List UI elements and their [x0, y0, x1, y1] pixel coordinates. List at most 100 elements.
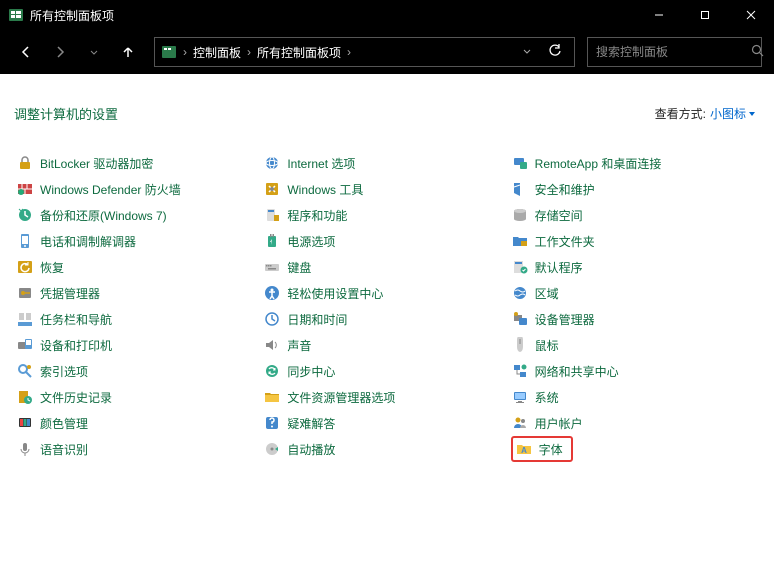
- item-label: 日期和时间: [287, 311, 347, 328]
- back-button[interactable]: [12, 38, 40, 66]
- control-panel-item[interactable]: 电源选项: [263, 231, 510, 251]
- phone-icon: [16, 232, 34, 250]
- close-button[interactable]: [728, 0, 774, 30]
- item-label: 键盘: [287, 259, 311, 276]
- control-panel-item[interactable]: 安全和维护: [511, 179, 758, 199]
- control-panel-item[interactable]: Windows Defender 防火墙: [16, 179, 263, 199]
- storage-icon: [511, 206, 529, 224]
- item-label: RemoteApp 和桌面连接: [535, 155, 662, 172]
- network-icon: [511, 362, 529, 380]
- forward-button[interactable]: [46, 38, 74, 66]
- control-panel-item[interactable]: RemoteApp 和桌面连接: [511, 153, 758, 173]
- control-panel-item[interactable]: 存储空间: [511, 205, 758, 225]
- explorer-icon: [263, 388, 281, 406]
- item-label: 凭据管理器: [40, 285, 100, 302]
- item-label: 备份和还原(Windows 7): [40, 207, 167, 224]
- control-panel-item[interactable]: 设备和打印机: [16, 335, 263, 355]
- item-label: 语音识别: [40, 441, 88, 458]
- content-header: 调整计算机的设置 查看方式: 小图标: [14, 104, 760, 153]
- control-panel-item[interactable]: 轻松使用设置中心: [263, 283, 510, 303]
- control-panel-item[interactable]: 系统: [511, 387, 758, 407]
- workfolders-icon: [511, 232, 529, 250]
- internet-icon: [263, 154, 281, 172]
- control-panel-item[interactable]: 颜色管理: [16, 413, 263, 433]
- datetime-icon: [263, 310, 281, 328]
- item-label: Windows 工具: [287, 181, 363, 198]
- firewall-icon: [16, 180, 34, 198]
- control-panel-item[interactable]: Internet 选项: [263, 153, 510, 173]
- control-panel-item[interactable]: 设备管理器: [511, 309, 758, 329]
- address-bar[interactable]: › 控制面板 › 所有控制面板项 ›: [154, 37, 575, 67]
- control-panel-item[interactable]: 声音: [263, 335, 510, 355]
- indexing-icon: [16, 362, 34, 380]
- address-dropdown[interactable]: [516, 45, 538, 59]
- view-mode-label: 查看方式:: [655, 105, 706, 122]
- remote-icon: [511, 154, 529, 172]
- control-panel-item[interactable]: 程序和功能: [263, 205, 510, 225]
- up-button[interactable]: [114, 38, 142, 66]
- bitlocker-icon: [16, 154, 34, 172]
- item-label: 任务栏和导航: [40, 311, 112, 328]
- item-label: 系统: [535, 389, 559, 406]
- control-panel-item[interactable]: 工作文件夹: [511, 231, 758, 251]
- maximize-button[interactable]: [682, 0, 728, 30]
- ease-icon: [263, 284, 281, 302]
- item-label: 声音: [287, 337, 311, 354]
- control-panel-item[interactable]: 凭据管理器: [16, 283, 263, 303]
- item-label: 同步中心: [287, 363, 335, 380]
- backup-icon: [16, 206, 34, 224]
- item-label: 用户帐户: [535, 415, 583, 432]
- control-panel-item[interactable]: 自动播放: [263, 439, 510, 459]
- address-icon: [161, 44, 177, 60]
- item-label: 索引选项: [40, 363, 88, 380]
- item-label: 网络和共享中心: [535, 363, 619, 380]
- nav-bar: › 控制面板 › 所有控制面板项 ›: [0, 30, 774, 74]
- item-label: 电话和调制解调器: [40, 233, 136, 250]
- search-input[interactable]: [596, 45, 751, 59]
- minimize-button[interactable]: [636, 0, 682, 30]
- control-panel-item[interactable]: 鼠标: [511, 335, 758, 355]
- control-panel-item[interactable]: 语音识别: [16, 439, 263, 459]
- search-icon[interactable]: [751, 44, 764, 60]
- control-panel-item[interactable]: 备份和还原(Windows 7): [16, 205, 263, 225]
- control-panel-item[interactable]: BitLocker 驱动器加密: [16, 153, 263, 173]
- control-panel-item[interactable]: 键盘: [263, 257, 510, 277]
- recovery-icon: [16, 258, 34, 276]
- items-grid: BitLocker 驱动器加密Internet 选项 RemoteApp 和桌面连…: [14, 153, 760, 459]
- control-panel-item[interactable]: 恢复: [16, 257, 263, 277]
- control-panel-item[interactable]: 日期和时间: [263, 309, 510, 329]
- item-label: 文件资源管理器选项: [287, 389, 395, 406]
- control-panel-item[interactable]: 用户帐户: [511, 413, 758, 433]
- window-icon: [8, 7, 24, 23]
- svg-text:A: A: [521, 446, 527, 455]
- control-panel-item[interactable]: Windows 工具: [263, 179, 510, 199]
- control-panel-item[interactable]: 默认程序: [511, 257, 758, 277]
- region-icon: [511, 284, 529, 302]
- control-panel-item[interactable]: 文件历史记录: [16, 387, 263, 407]
- control-panel-item[interactable]: 疑难解答: [263, 413, 510, 433]
- control-panel-item[interactable]: 任务栏和导航: [16, 309, 263, 329]
- breadcrumb-segment[interactable]: 控制面板: [193, 44, 241, 61]
- recent-dropdown[interactable]: [80, 38, 108, 66]
- programs-icon: [263, 206, 281, 224]
- view-mode-value: 小图标: [710, 105, 746, 122]
- view-mode-selector[interactable]: 小图标: [710, 105, 756, 122]
- chevron-right-icon: ›: [345, 45, 353, 59]
- sync-icon: [263, 362, 281, 380]
- control-panel-item[interactable]: 同步中心: [263, 361, 510, 381]
- window-controls: [636, 0, 774, 30]
- mouse-icon: [511, 336, 529, 354]
- tools-icon: [263, 180, 281, 198]
- control-panel-item[interactable]: 网络和共享中心: [511, 361, 758, 381]
- devicemgr-icon: [511, 310, 529, 328]
- control-panel-item[interactable]: A字体: [511, 439, 758, 459]
- item-label: 轻松使用设置中心: [287, 285, 383, 302]
- control-panel-item[interactable]: 索引选项: [16, 361, 263, 381]
- control-panel-item[interactable]: 电话和调制解调器: [16, 231, 263, 251]
- search-box[interactable]: [587, 37, 762, 67]
- control-panel-item[interactable]: 区域: [511, 283, 758, 303]
- security-icon: [511, 180, 529, 198]
- breadcrumb-segment[interactable]: 所有控制面板项: [257, 44, 341, 61]
- control-panel-item[interactable]: 文件资源管理器选项: [263, 387, 510, 407]
- refresh-button[interactable]: [542, 44, 568, 61]
